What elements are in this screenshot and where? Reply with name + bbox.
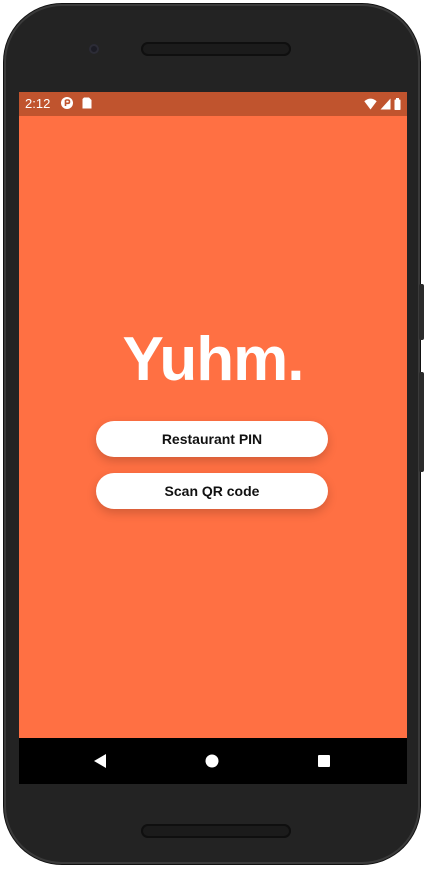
navigation-bar (19, 738, 407, 784)
sim-card-icon (82, 97, 92, 109)
recents-icon[interactable] (317, 753, 331, 769)
front-camera (89, 44, 99, 54)
status-bar: 2:12 (19, 92, 407, 116)
top-speaker-grille (141, 42, 291, 56)
status-time: 2:12 (25, 96, 51, 111)
app-logo: Yuhm. (122, 325, 304, 394)
wifi-icon (364, 98, 377, 110)
status-right-icons (364, 96, 401, 112)
restaurant-pin-button[interactable]: Restaurant PIN (96, 421, 328, 457)
cellular-signal-icon (380, 98, 391, 110)
power-button (419, 284, 424, 340)
volume-buttons (419, 372, 424, 472)
app-screen: 2:12 Yuhm. Restaurant PIN Scan QR code (19, 92, 407, 784)
home-icon[interactable] (205, 753, 219, 769)
scan-qr-code-button[interactable]: Scan QR code (96, 473, 328, 509)
back-icon[interactable] (93, 753, 107, 769)
bottom-speaker-grille (141, 824, 291, 838)
battery-icon (394, 98, 401, 110)
app-notification-icon (61, 97, 73, 109)
